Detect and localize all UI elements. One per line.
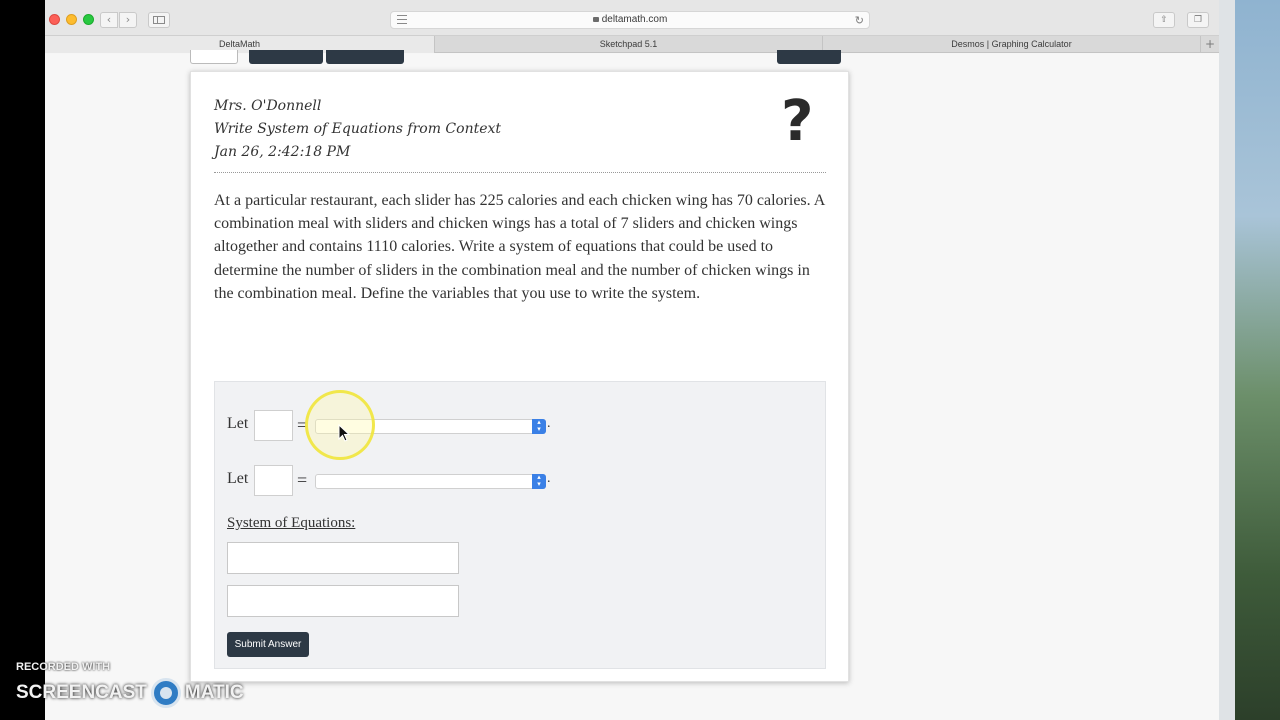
period: .	[547, 471, 551, 486]
watermark-right: MATIC	[184, 682, 244, 703]
address-bar[interactable]: deltamath.com ↻	[390, 11, 870, 29]
watermark-caption: RECORDED WITH	[16, 661, 111, 673]
variable-definition-select[interactable]: ▴ ▾	[315, 474, 546, 489]
top-button-partial[interactable]	[326, 50, 404, 64]
close-window-button[interactable]	[49, 14, 60, 25]
tabs-icon: ❐	[1193, 15, 1203, 25]
top-button-partial[interactable]	[190, 50, 238, 64]
equation-input-1[interactable]	[227, 542, 459, 574]
tab-sketchpad[interactable]: Sketchpad 5.1	[435, 36, 823, 53]
assignment-title: Write System of Equations from Context	[214, 121, 502, 137]
chevron-right-icon: ›	[125, 13, 131, 26]
variable-input[interactable]	[254, 465, 293, 496]
timestamp: Jan 26, 2:42:18 PM	[214, 144, 351, 160]
system-of-equations-label: System of Equations:	[227, 515, 356, 531]
screencast-logo-icon	[150, 678, 181, 708]
problem-card: Mrs. O'Donnell Write System of Equations…	[190, 71, 849, 682]
period: .	[547, 416, 551, 431]
screencast-watermark: SCREENCAST MATIC	[16, 678, 244, 708]
tab-desmos[interactable]: Desmos | Graphing Calculator	[823, 36, 1201, 53]
top-button-partial[interactable]	[777, 50, 841, 64]
forward-button[interactable]: ›	[119, 12, 137, 28]
zoom-window-button[interactable]	[83, 14, 94, 25]
lock-icon	[592, 17, 599, 22]
sidebar-icon	[153, 16, 165, 24]
equals-sign: =	[297, 470, 308, 490]
select-arrows-icon: ▴ ▾	[532, 474, 546, 489]
minimize-window-button[interactable]	[66, 14, 77, 25]
problem-meta: Mrs. O'Donnell Write System of Equations…	[214, 95, 501, 164]
desktop-stripe	[1219, 0, 1235, 720]
reload-icon[interactable]: ↻	[855, 13, 864, 29]
divider	[214, 172, 826, 173]
equation-input-2[interactable]	[227, 585, 459, 617]
select-arrows-icon: ▴ ▾	[532, 419, 546, 434]
browser-window: ‹ › deltamath.com ↻ ⇧ ❐ DeltaMath Sketch…	[45, 0, 1219, 720]
page-viewport: Mrs. O'Donnell Write System of Equations…	[45, 50, 1219, 720]
submit-answer-button[interactable]: Submit Answer	[227, 632, 309, 657]
teacher-name: Mrs. O'Donnell	[214, 98, 322, 114]
top-button-partial[interactable]	[249, 50, 323, 64]
new-tab-button[interactable]: +	[1205, 36, 1215, 52]
plus-icon: +	[1204, 37, 1215, 51]
desktop-background	[1219, 0, 1280, 720]
help-icon[interactable]: ?	[781, 92, 813, 152]
reader-icon[interactable]	[397, 15, 407, 24]
share-button[interactable]: ⇧	[1153, 12, 1175, 28]
watermark-left: SCREENCAST	[16, 682, 147, 703]
url-text: deltamath.com	[601, 14, 668, 25]
variable-input[interactable]	[254, 410, 293, 441]
sidebar-toggle-button[interactable]	[148, 12, 170, 28]
show-tabs-button[interactable]: ❐	[1187, 12, 1209, 28]
let-label: Let	[227, 415, 249, 432]
chevron-left-icon: ‹	[106, 13, 112, 26]
share-icon: ⇧	[1160, 15, 1168, 25]
back-button[interactable]: ‹	[100, 12, 118, 28]
question-text: At a particular restaurant, each slider …	[214, 192, 825, 302]
browser-toolbar: ‹ › deltamath.com ↻ ⇧ ❐	[45, 0, 1219, 36]
let-label: Let	[227, 470, 249, 487]
